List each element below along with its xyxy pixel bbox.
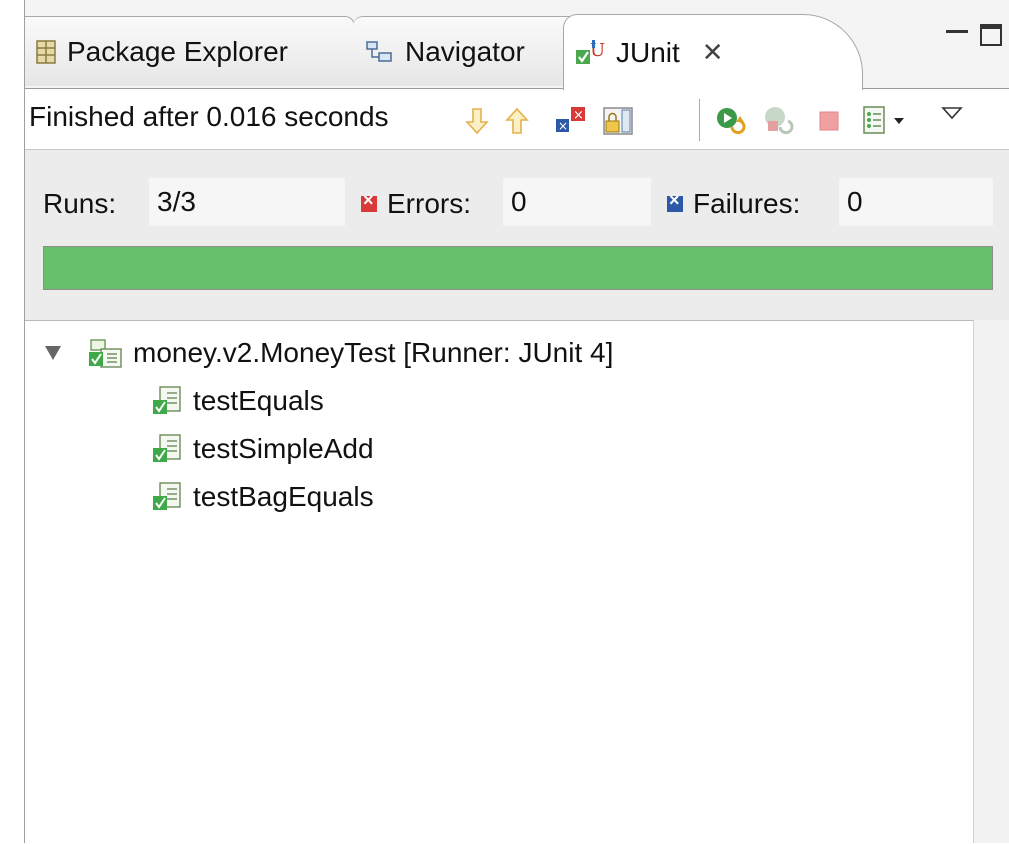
expand-collapse-icon[interactable]: [45, 346, 61, 360]
runs-value: 3/3: [149, 178, 345, 226]
suite-label: money.v2.MoneyTest [Runner: JUnit 4]: [133, 337, 614, 368]
toolbar-separator: [699, 99, 700, 141]
view-window-controls: [946, 24, 1002, 46]
error-icon: [361, 190, 377, 212]
stop-icon[interactable]: [809, 101, 849, 141]
rerun-test-icon[interactable]: [711, 101, 751, 141]
errors-label: Errors:: [387, 188, 471, 219]
test-name: testSimpleAdd: [193, 433, 374, 464]
view-menu-icon[interactable]: [937, 93, 967, 133]
close-tab-icon[interactable]: ✕: [702, 37, 724, 68]
tree-row-test[interactable]: testBagEquals: [151, 481, 374, 513]
test-passed-icon: [151, 385, 183, 417]
test-counters: Runs: 3/3 Errors: 0 Failures: 0: [25, 150, 1009, 320]
failures-value: 0: [839, 178, 993, 226]
failure-icon: [667, 190, 683, 212]
errors-value: 0: [503, 178, 651, 226]
junit-view-panel: Package Explorer Navigator U JUnit ✕ Fin…: [24, 0, 1009, 844]
errors-counter: Errors:: [361, 188, 471, 220]
rerun-failed-first-icon[interactable]: [759, 101, 799, 141]
tab-package-explorer[interactable]: Package Explorer: [25, 16, 355, 86]
tree-row-suite[interactable]: money.v2.MoneyTest [Runner: JUnit 4]: [45, 337, 613, 369]
junit-toolbar: Finished after 0.016 seconds × ×: [25, 88, 1009, 150]
navigator-icon: [365, 39, 395, 65]
test-progress-bar: [43, 246, 993, 290]
next-failure-icon[interactable]: [457, 101, 497, 141]
tab-junit[interactable]: U JUnit ✕: [563, 14, 863, 90]
tree-row-test[interactable]: testSimpleAdd: [151, 433, 374, 465]
run-status-text: Finished after 0.016 seconds: [29, 101, 389, 132]
tree-scrollbar[interactable]: [973, 320, 1009, 843]
test-name: testBagEquals: [193, 481, 374, 512]
svg-text:×: ×: [573, 108, 584, 123]
show-failures-only-icon[interactable]: × ×: [551, 101, 591, 141]
history-dropdown-icon[interactable]: [889, 101, 909, 141]
tab-navigator[interactable]: Navigator: [353, 16, 581, 86]
test-name: testEquals: [193, 385, 324, 416]
minimize-icon[interactable]: [946, 30, 968, 37]
tab-label: Navigator: [405, 35, 525, 67]
maximize-icon[interactable]: [980, 24, 1002, 46]
test-suite-icon: [87, 337, 123, 369]
previous-failure-icon[interactable]: [497, 101, 537, 141]
tree-row-test[interactable]: testEquals: [151, 385, 324, 417]
failures-counter: Failures:: [667, 188, 800, 220]
failures-label: Failures:: [693, 188, 801, 219]
scroll-lock-icon[interactable]: [599, 101, 639, 141]
test-passed-icon: [151, 433, 183, 465]
package-explorer-icon: [35, 39, 57, 65]
junit-icon: U: [574, 38, 606, 68]
test-passed-icon: [151, 481, 183, 513]
runs-label: Runs:: [43, 188, 117, 219]
svg-text:×: ×: [558, 119, 568, 133]
test-results-tree: money.v2.MoneyTest [Runner: JUnit 4] tes…: [25, 320, 973, 844]
tab-label: JUnit: [616, 36, 680, 68]
view-tab-bar: Package Explorer Navigator U JUnit ✕: [25, 0, 1009, 90]
tab-label: Package Explorer: [67, 35, 289, 67]
progress-fill: [44, 247, 992, 289]
